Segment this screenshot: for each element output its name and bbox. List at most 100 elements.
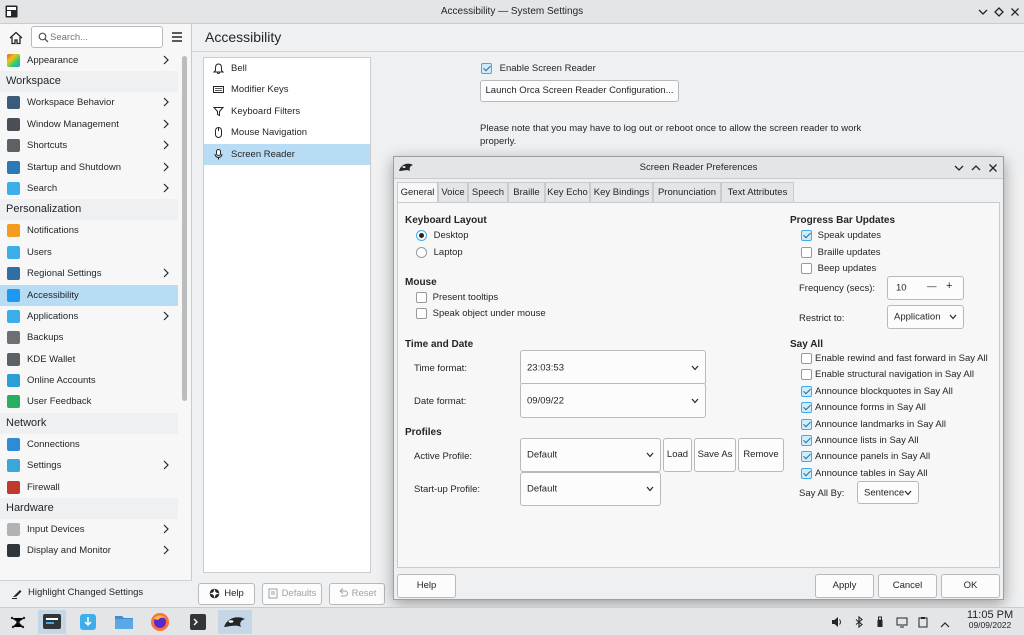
frequency-spinbox[interactable]: 10 — + [887,276,964,300]
tab-speech[interactable]: Speech [468,182,508,202]
sidebar-item-backups[interactable]: Backups [0,327,178,348]
say-all-option-checkbox[interactable]: Announce forms in Say All [801,402,988,418]
sidebar-item-applications[interactable]: Applications [0,306,178,327]
sidebar-item-search[interactable]: Search [0,178,178,199]
terminal-icon[interactable] [186,610,210,634]
clock[interactable]: 11:05 PM 09/09/2022 [960,609,1020,630]
say-all-by-combo[interactable]: Sentence [857,481,919,504]
active-profile-combo[interactable]: Default [520,438,661,472]
category-item-keyboard-filters[interactable]: Keyboard Filters [204,101,370,122]
beep-updates-checkbox[interactable]: Beep updates [801,263,876,274]
close-icon[interactable] [1007,4,1023,20]
date-format-combo[interactable]: 09/09/22 [520,383,706,418]
say-all-option-checkbox[interactable]: Enable rewind and fast forward in Say Al… [801,353,988,369]
discover-icon[interactable] [76,610,100,634]
sidebar-item-users[interactable]: Users [0,242,178,263]
checkbox-box[interactable] [481,63,492,74]
file-manager-icon[interactable] [112,610,136,634]
say-all-option-checkbox[interactable]: Announce panels in Say All [801,451,988,467]
tab-braille[interactable]: Braille [508,182,545,202]
reset-button[interactable]: Reset [329,583,385,605]
sidebar-item-startup-and-shutdown[interactable]: Startup and Shutdown [0,157,178,178]
category-item-bell[interactable]: Bell [204,58,370,79]
tab-text-attributes[interactable]: Text Attributes [721,182,794,202]
system-settings-task-icon[interactable] [38,610,66,634]
sidebar-item-online-accounts[interactable]: Online Accounts [0,370,178,391]
say-all-option-checkbox[interactable]: Announce blockquotes in Say All [801,385,988,402]
search-input[interactable] [50,29,158,45]
usb-device-icon[interactable] [874,616,886,628]
enable-screen-reader-checkbox[interactable]: Enable Screen Reader [481,63,596,74]
tab-general[interactable]: General [397,182,438,203]
decrement-button[interactable]: — [927,281,937,292]
checkbox-box[interactable] [416,308,427,319]
category-item-mouse-navigation[interactable]: Mouse Navigation [204,122,370,143]
sidebar-item-appearance[interactable]: Appearance [0,50,178,71]
checkbox-box[interactable] [801,230,812,241]
checkbox-box[interactable] [801,467,812,479]
say-all-option-checkbox[interactable]: Announce lists in Say All [801,434,988,451]
speak-object-checkbox[interactable]: Speak object under mouse [416,308,546,319]
sidebar-item-regional-settings[interactable]: Regional Settings [0,263,178,284]
dialog-help-button[interactable]: Help [397,574,456,598]
say-all-option-checkbox[interactable]: Announce landmarks in Say All [801,418,988,435]
say-all-option-checkbox[interactable]: Enable structural navigation in Say All [801,369,988,385]
tab-key-bindings[interactable]: Key Bindings [590,182,653,202]
sidebar-scrollbar[interactable] [182,56,187,401]
checkbox-box[interactable] [801,385,812,397]
save-as-button[interactable]: Save As [694,438,736,472]
sidebar-item-settings[interactable]: Settings [0,455,178,476]
home-icon[interactable] [6,28,26,48]
sidebar-item-window-management[interactable]: Window Management [0,114,178,135]
sidebar-item-accessibility[interactable]: Accessibility [0,284,178,306]
sidebar-item-input-devices[interactable]: Input Devices [0,519,178,540]
category-item-screen-reader[interactable]: Screen Reader [204,143,370,165]
sidebar-item-shortcuts[interactable]: Shortcuts [0,135,178,156]
category-item-modifier-keys[interactable]: Modifier Keys [204,79,370,100]
tab-voice[interactable]: Voice [438,182,468,202]
restrict-to-combo[interactable]: Application [887,305,964,329]
radio-dot[interactable] [416,247,427,258]
checkbox-box[interactable] [801,451,812,463]
hamburger-menu-icon[interactable] [170,30,184,44]
remove-button[interactable]: Remove [738,438,784,472]
sidebar-item-workspace-behavior[interactable]: Workspace Behavior [0,92,178,113]
time-format-combo[interactable]: 23:03:53 [520,350,706,385]
sidebar-item-connections[interactable]: Connections [0,434,178,455]
increment-button[interactable]: + [946,280,952,292]
checkbox-box[interactable] [801,353,812,364]
search-field[interactable] [31,26,163,48]
tab-key-echo[interactable]: Key Echo [545,182,590,202]
dialog-maximize-icon[interactable] [968,160,984,176]
speak-updates-checkbox[interactable]: Speak updates [801,230,881,241]
present-tooltips-checkbox[interactable]: Present tooltips [416,292,498,303]
checkbox-box[interactable] [801,418,812,430]
tab-pronunciation[interactable]: Pronunciation [653,182,721,202]
apply-button[interactable]: Apply [815,574,874,598]
radio-dot[interactable] [416,230,427,241]
ok-button[interactable]: OK [941,574,1000,598]
sidebar-item-user-feedback[interactable]: User Feedback [0,391,178,412]
orca-task-icon[interactable] [218,610,252,634]
checkbox-box[interactable] [801,247,812,258]
laptop-radio[interactable]: Laptop [416,247,463,258]
display-icon[interactable] [896,616,908,628]
startup-profile-combo[interactable]: Default [520,472,661,506]
checkbox-box[interactable] [801,402,812,414]
highlight-changed-settings-button[interactable]: Highlight Changed Settings [12,587,143,599]
cancel-button[interactable]: Cancel [878,574,937,598]
volume-icon[interactable] [831,616,843,628]
checkbox-box[interactable] [801,263,812,274]
clipboard-icon[interactable] [917,616,929,628]
checkbox-box[interactable] [801,369,812,381]
dialog-close-icon[interactable] [985,160,1001,176]
sidebar-item-kde-wallet[interactable]: KDE Wallet [0,349,178,370]
checkbox-box[interactable] [801,434,812,446]
sidebar-item-notifications[interactable]: Notifications [0,220,178,241]
defaults-button[interactable]: Defaults [262,583,322,605]
firefox-icon[interactable] [148,610,172,634]
app-launcher-icon[interactable] [6,610,30,634]
help-button[interactable]: Help [198,583,255,605]
checkbox-box[interactable] [416,292,427,303]
sidebar-item-display-and-monitor[interactable]: Display and Monitor [0,540,178,561]
